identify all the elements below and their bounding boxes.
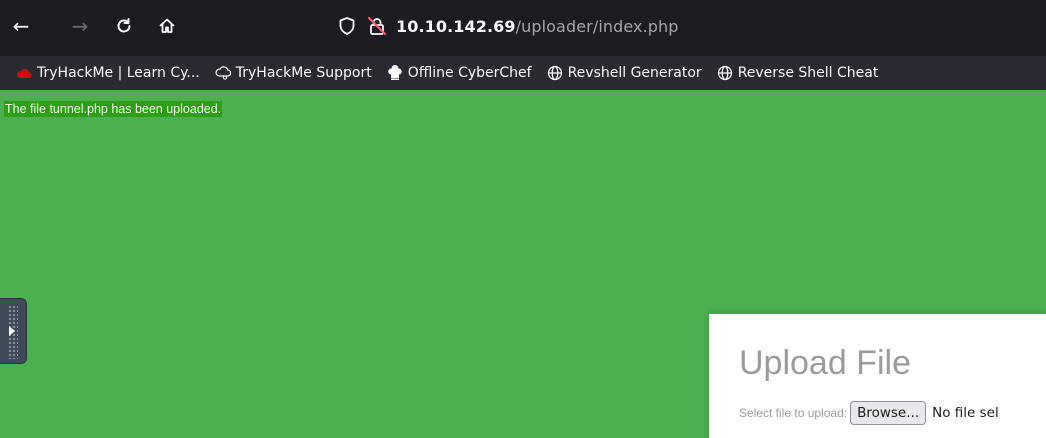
forward-arrow-icon: →	[71, 14, 89, 38]
globe-icon	[547, 65, 563, 81]
address-bar[interactable]: 10.10.142.69/uploader/index.php	[336, 8, 1046, 44]
play-arrow-icon	[9, 326, 15, 336]
file-input-row: Select file to upload: Browse... No file…	[739, 401, 999, 425]
url-path: /uploader/index.php	[515, 16, 679, 36]
bookmark-label: Revshell Generator	[567, 65, 702, 81]
reload-button[interactable]	[112, 14, 136, 38]
url-host: 10.10.142.69	[396, 16, 516, 36]
bookmark-label: TryHackMe | Learn Cy...	[37, 65, 200, 81]
bookmark-tryhackme-support[interactable]: TryHackMe Support	[215, 65, 372, 81]
tracking-shield-icon[interactable]	[336, 15, 358, 37]
sidebar-toggle-handle[interactable]	[0, 298, 27, 364]
insecure-lock-icon[interactable]	[366, 15, 388, 37]
home-icon	[159, 18, 175, 33]
bookmark-reverse-shell-cheat[interactable]: Reverse Shell Cheat	[717, 65, 879, 81]
browser-toolbar: ← → 10.10.142.69/uploader/index.php	[0, 0, 1046, 56]
upload-title: Upload File	[739, 344, 911, 382]
bookmark-label: Reverse Shell Cheat	[737, 65, 879, 81]
support-cloud-icon	[215, 65, 231, 81]
bookmark-label: TryHackMe Support	[235, 65, 372, 81]
chef-hat-icon	[387, 65, 403, 81]
file-status-text: No file sel	[932, 405, 999, 421]
url-text[interactable]: 10.10.142.69/uploader/index.php	[396, 17, 679, 36]
home-button[interactable]	[155, 14, 179, 38]
bookmarks-toolbar: TryHackMe | Learn Cy... TryHackMe Suppor…	[0, 56, 1046, 90]
bookmark-tryhackme[interactable]: TryHackMe | Learn Cy...	[16, 65, 200, 81]
page-content: The file tunnel.php has been uploaded. U…	[0, 90, 1046, 438]
upload-form-card: Upload File Select file to upload: Brows…	[709, 314, 1046, 438]
browse-button[interactable]: Browse...	[850, 401, 927, 425]
upload-success-message: The file tunnel.php has been uploaded.	[4, 101, 223, 117]
globe-icon	[717, 65, 733, 81]
back-arrow-icon: ←	[12, 14, 30, 38]
tryhackme-cloud-icon	[16, 65, 32, 81]
bookmark-label: Offline CyberChef	[407, 65, 532, 81]
select-file-label: Select file to upload:	[739, 406, 848, 420]
forward-button[interactable]: →	[68, 14, 92, 38]
reload-icon	[117, 18, 131, 33]
back-button[interactable]: ←	[9, 14, 33, 38]
bookmark-offline-cyberchef[interactable]: Offline CyberChef	[387, 65, 532, 81]
bookmark-revshell-generator[interactable]: Revshell Generator	[547, 65, 702, 81]
